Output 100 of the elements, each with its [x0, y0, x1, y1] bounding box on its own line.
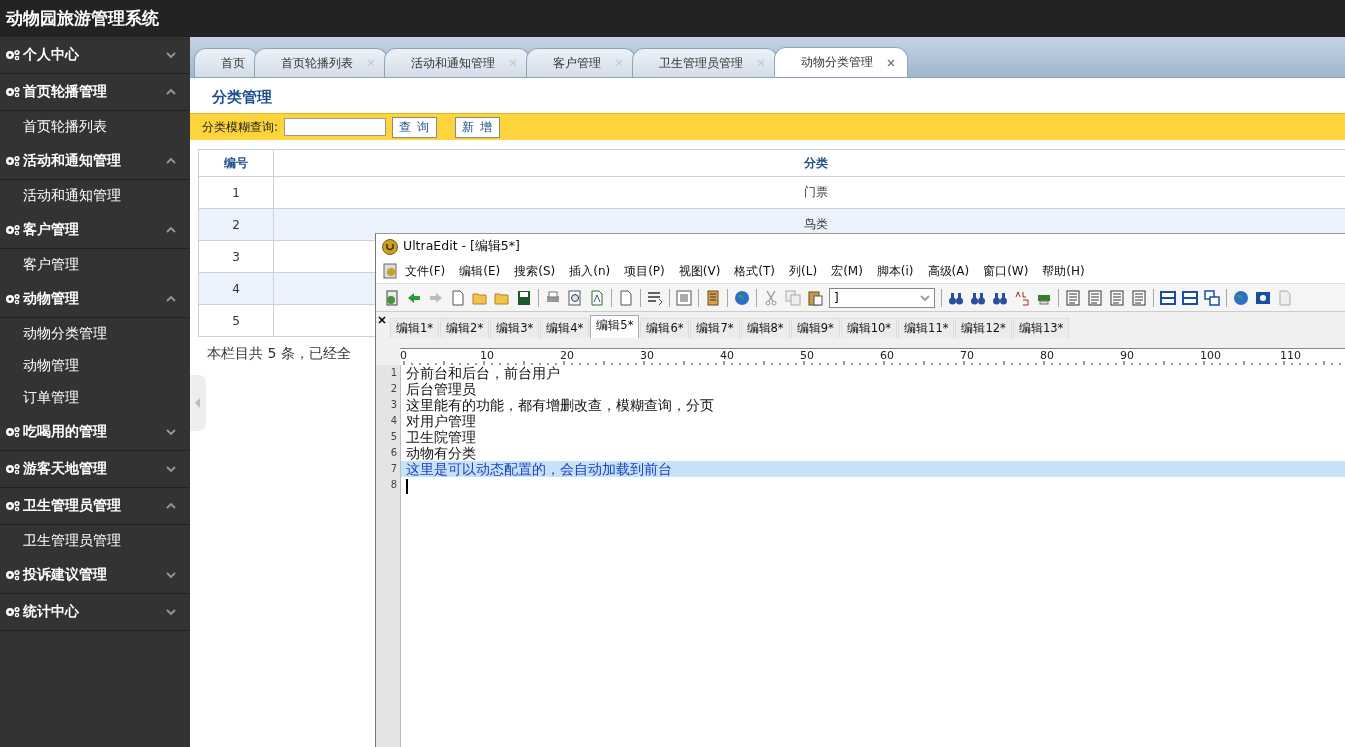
file-tab[interactable]: 编辑5*: [590, 315, 640, 338]
ruler-label: 60: [880, 349, 894, 362]
line-number: 3: [389, 398, 398, 412]
tab[interactable]: 客户管理: [526, 48, 636, 77]
sidebar-group-header[interactable]: 吃喝用的管理: [0, 414, 190, 451]
line-number: 2: [389, 382, 398, 396]
code-line: 对用户管理: [406, 413, 476, 429]
gears-icon: [5, 49, 21, 61]
file-tab[interactable]: 编辑10*: [840, 318, 898, 338]
align-icon[interactable]: [1087, 289, 1103, 306]
file-tab[interactable]: 编辑2*: [440, 318, 490, 338]
gears-icon: [5, 86, 21, 98]
file-tab[interactable]: 编辑13*: [1012, 318, 1070, 338]
sidebar-group-header[interactable]: 卫生管理员管理: [0, 488, 190, 525]
globe-icon[interactable]: [1233, 289, 1249, 306]
sidebar-item[interactable]: 客户管理: [23, 256, 79, 274]
sidebar-group-header[interactable]: 活动和通知管理: [0, 143, 190, 180]
file-tab[interactable]: 编辑4*: [540, 318, 590, 338]
spellcheck-icon[interactable]: [1014, 289, 1030, 306]
document-icon[interactable]: [382, 263, 398, 279]
sidebar-item[interactable]: 动物分类管理: [23, 325, 107, 343]
chevron-up-icon: [166, 296, 176, 302]
sidebar-group-header[interactable]: 动物管理: [0, 281, 190, 318]
sidebar-item[interactable]: 活动和通知管理: [23, 187, 121, 205]
menu-item[interactable]: 视图(V): [671, 262, 728, 280]
line-number: 7: [389, 462, 398, 476]
chevron-down-icon: [920, 294, 930, 301]
menu-item[interactable]: 格式(T): [727, 262, 783, 280]
document-icon[interactable]: [618, 289, 634, 306]
menu-item[interactable]: 高级(A): [920, 262, 977, 280]
gears-icon: [5, 155, 21, 167]
menu-item[interactable]: 帮助(H): [1035, 262, 1092, 280]
menu-item[interactable]: 编辑(E): [452, 262, 508, 280]
ruler-label: 40: [720, 349, 734, 362]
split-window-icon[interactable]: [1160, 289, 1176, 306]
table-cell: 4: [198, 272, 274, 305]
chevron-up-icon: [166, 503, 176, 509]
menu-item[interactable]: 搜索(S): [507, 262, 563, 280]
table-cell: 5: [198, 304, 274, 337]
gears-icon: [5, 569, 21, 581]
binary-icon[interactable]: [676, 289, 692, 306]
windows-icon[interactable]: [1204, 289, 1220, 306]
align-icon[interactable]: [1109, 289, 1125, 306]
scissors-icon[interactable]: [763, 289, 779, 306]
sidebar-item[interactable]: 动物管理: [23, 357, 79, 375]
menu-item[interactable]: 列(L): [782, 262, 825, 280]
menu-item[interactable]: 脚本(i): [869, 262, 921, 280]
book-icon[interactable]: [705, 289, 721, 306]
tab[interactable]: 首页: [194, 48, 258, 77]
menu-item[interactable]: 窗口(W): [976, 262, 1036, 280]
search-button[interactable]: 查 询: [392, 116, 437, 138]
globe-icon[interactable]: [734, 289, 750, 306]
document-icon[interactable]: [384, 289, 400, 306]
file-tab[interactable]: 编辑1*: [390, 318, 440, 338]
split-window-icon[interactable]: [1182, 289, 1198, 306]
document-icon[interactable]: [589, 289, 605, 306]
magnifier-icon[interactable]: [567, 289, 583, 306]
sidebar-group-header[interactable]: 投诉建议管理: [0, 557, 190, 594]
sidebar-group-header[interactable]: 游客天地管理: [0, 451, 190, 488]
file-tab[interactable]: 编辑7*: [690, 318, 740, 338]
document-icon[interactable]: [450, 289, 466, 306]
gears-icon: [5, 463, 21, 475]
collapse-handle[interactable]: [190, 375, 206, 431]
tab[interactable]: 首页轮播列表: [254, 48, 388, 77]
sidebar-group-header[interactable]: 统计中心: [0, 594, 190, 631]
code-line: 这里能有的功能，都有增删改查，模糊查询，分页: [406, 397, 714, 413]
gears-icon: [5, 426, 21, 438]
sidebar-group-header[interactable]: 首页轮播管理: [0, 74, 190, 111]
menu-item[interactable]: 文件(F): [398, 262, 453, 280]
sidebar-item[interactable]: 首页轮播列表: [23, 118, 107, 136]
file-tab[interactable]: 编辑8*: [740, 318, 790, 338]
paste-icon[interactable]: [807, 289, 823, 306]
ruler-label: 100: [1200, 349, 1221, 362]
file-tab[interactable]: 编辑11*: [898, 318, 955, 338]
menu-item[interactable]: 项目(P): [617, 262, 672, 280]
file-tab[interactable]: 编辑9*: [790, 318, 840, 338]
chevron-down-icon: [166, 466, 176, 472]
add-button[interactable]: 新 增: [454, 116, 500, 138]
menu-item[interactable]: 插入(n): [562, 262, 618, 280]
window-icon[interactable]: [1255, 289, 1271, 306]
align-icon[interactable]: [1065, 289, 1081, 306]
line-number: 6: [389, 446, 398, 460]
file-tab[interactable]: 编辑6*: [640, 318, 690, 338]
close-icon[interactable]: [378, 316, 386, 324]
align-icon[interactable]: [1131, 289, 1147, 306]
search-field[interactable]: [284, 118, 387, 136]
menu-item[interactable]: 宏(M): [824, 262, 870, 280]
tab[interactable]: 动物分类管理: [774, 47, 908, 77]
file-tab[interactable]: 编辑3*: [490, 318, 540, 338]
dropdown[interactable]: ]: [829, 287, 935, 308]
sidebar-item[interactable]: 卫生管理员管理: [23, 532, 121, 550]
tab[interactable]: 活动和通知管理: [384, 48, 530, 77]
save-icon[interactable]: [516, 289, 532, 306]
sidebar-group-header[interactable]: 客户管理: [0, 212, 190, 249]
file-tab[interactable]: 编辑12*: [955, 318, 1012, 338]
lines-icon[interactable]: [647, 289, 663, 306]
ruler-label: 0: [400, 349, 407, 362]
sidebar-item[interactable]: 订单管理: [23, 389, 79, 407]
chevron-left-icon: [195, 398, 201, 408]
code-line: 分前台和后台，前台用户: [406, 365, 560, 381]
